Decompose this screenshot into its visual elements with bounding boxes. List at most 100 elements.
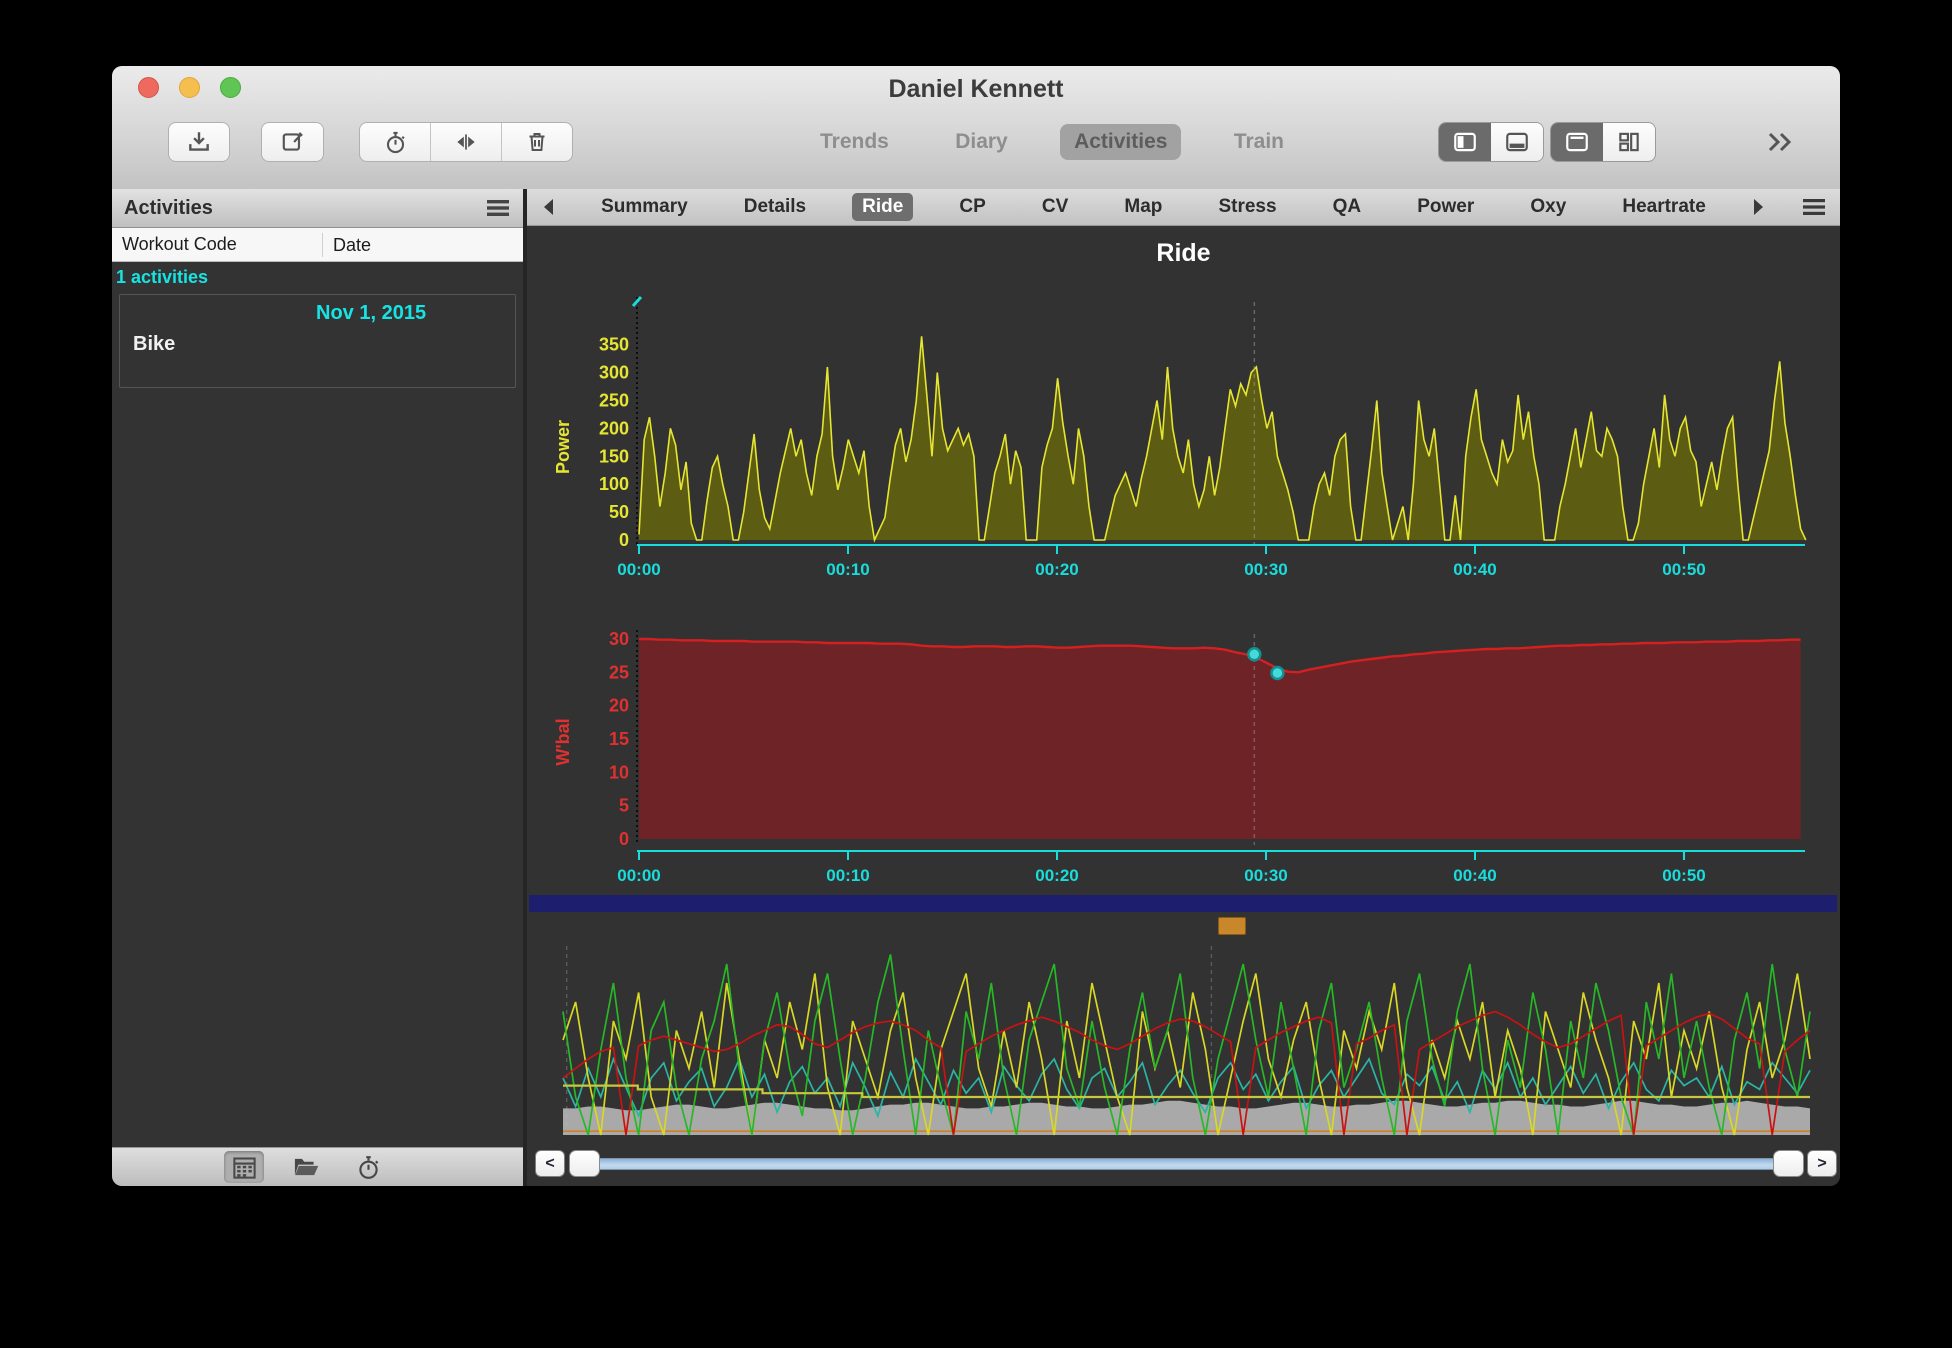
chart-tab-heartrate[interactable]: Heartrate (1612, 193, 1715, 221)
chevron-right-icon (1752, 198, 1766, 216)
chart-tab-details[interactable]: Details (734, 193, 816, 221)
svg-text:00:10: 00:10 (826, 560, 869, 579)
scrollbar-left-thumb[interactable] (569, 1150, 600, 1177)
overview-plot[interactable] (563, 946, 1810, 1135)
activity-date[interactable]: Nov 1, 2015 (316, 302, 426, 325)
toolbar: Trends Diary Activities Train (112, 112, 1840, 188)
svg-text:150: 150 (599, 446, 629, 466)
svg-text:00:00: 00:00 (617, 866, 660, 885)
svg-text:00:10: 00:10 (826, 866, 869, 885)
wbal-plot[interactable]: 00:0000:1000:2000:3000:4000:500510152025… (553, 629, 1805, 885)
tiled-view-button[interactable] (1603, 123, 1655, 161)
chart-tab-oxy[interactable]: Oxy (1520, 193, 1576, 221)
full-view-button[interactable] (1551, 123, 1603, 161)
svg-text:0: 0 (619, 829, 629, 849)
power-plot[interactable]: 00:0000:1000:2000:3000:4000:500501001502… (553, 297, 1806, 579)
calendar-view-button[interactable] (224, 1151, 264, 1183)
title-bar: Daniel Kennett (112, 66, 1840, 112)
layout-toggle-group (1550, 122, 1656, 162)
svg-text:00:40: 00:40 (1453, 866, 1496, 885)
ride-chart-area: Ride 00:0000:1000:2000:3000:4000:5005010… (527, 225, 1840, 1186)
tab-diary[interactable]: Diary (941, 124, 1022, 160)
open-folder-button[interactable] (286, 1151, 326, 1183)
sidebar-panel-icon (1452, 129, 1478, 155)
tabs-scroll-right-button[interactable] (1752, 198, 1766, 216)
delete-activity-button[interactable] (501, 123, 572, 161)
svg-text:30: 30 (609, 629, 629, 649)
scroll-left-button[interactable]: < (535, 1150, 565, 1177)
svg-text:00:50: 00:50 (1662, 560, 1705, 579)
scrollbar-track[interactable] (587, 1158, 1803, 1170)
stopwatch-icon (383, 130, 408, 155)
folder-icon (291, 1153, 321, 1181)
activities-sidebar: Activities Workout Code Date 1 activitie… (112, 189, 527, 1186)
trash-icon (525, 130, 549, 154)
double-chevron-right-icon (1764, 130, 1796, 154)
content-area: Activities Workout Code Date 1 activitie… (112, 189, 1840, 1186)
chart-tab-map[interactable]: Map (1114, 193, 1172, 221)
column-date[interactable]: Date (322, 233, 371, 257)
svg-text:W'bal: W'bal (553, 718, 573, 765)
svg-text:10: 10 (609, 762, 629, 782)
sidebar-title: Activities (124, 197, 485, 220)
toggle-sidebar-button[interactable] (1439, 123, 1491, 161)
split-activity-button[interactable] (430, 123, 501, 161)
tab-trends[interactable]: Trends (806, 124, 903, 160)
chart-tab-bar: Summary Details Ride CP CV Map Stress QA… (527, 189, 1840, 226)
tabs-scroll-left-button[interactable] (541, 198, 555, 216)
sidebar-header: Activities (112, 189, 523, 228)
interval-strip (529, 895, 1837, 912)
scroll-right-button[interactable]: > (1807, 1150, 1837, 1177)
svg-text:0: 0 (619, 530, 629, 550)
chart-tab-cv[interactable]: CV (1032, 193, 1078, 221)
chart-tab-qa[interactable]: QA (1323, 193, 1372, 221)
split-arrows-icon (453, 129, 479, 155)
svg-text:00:20: 00:20 (1035, 560, 1078, 579)
interval-marker[interactable] (1218, 917, 1246, 935)
activity-row[interactable]: Bike (133, 333, 175, 356)
ride-charts[interactable]: 00:0000:1000:2000:3000:4000:500501001502… (527, 225, 1840, 1186)
sidebar-menu-icon[interactable] (485, 197, 511, 219)
svg-text:250: 250 (599, 391, 629, 411)
chart-tab-power[interactable]: Power (1407, 193, 1484, 221)
activity-group: Nov 1, 2015 Bike (119, 294, 516, 388)
svg-text:50: 50 (609, 502, 629, 522)
chart-menu-button[interactable] (1802, 197, 1826, 217)
chart-tab-summary[interactable]: Summary (591, 193, 698, 221)
window-title: Daniel Kennett (112, 75, 1840, 104)
svg-text:15: 15 (609, 729, 629, 749)
svg-text:00:50: 00:50 (1662, 866, 1705, 885)
app-window: Daniel Kennett (112, 66, 1840, 1186)
chart-tab-cp[interactable]: CP (949, 193, 995, 221)
tab-train[interactable]: Train (1220, 124, 1298, 160)
chart-tab-stress[interactable]: Stress (1208, 193, 1286, 221)
calendar-icon (231, 1154, 258, 1181)
svg-text:350: 350 (599, 335, 629, 355)
import-button[interactable] (168, 122, 230, 162)
edit-button[interactable] (261, 122, 324, 162)
tab-activities[interactable]: Activities (1060, 124, 1181, 160)
stopwatch-button[interactable] (360, 123, 430, 161)
svg-text:00:20: 00:20 (1035, 866, 1078, 885)
hamburger-icon (1802, 197, 1826, 217)
single-view-icon (1564, 129, 1590, 155)
svg-text:Power: Power (553, 420, 573, 474)
svg-text:00:30: 00:30 (1244, 866, 1287, 885)
scrollbar-right-thumb[interactable] (1773, 1150, 1804, 1177)
chevron-left-icon (541, 198, 555, 216)
column-workout-code[interactable]: Workout Code (112, 234, 322, 255)
window-chrome: Daniel Kennett (112, 66, 1840, 190)
compose-icon (280, 129, 306, 155)
stopwatch-icon (355, 1154, 382, 1181)
chart-tab-ride[interactable]: Ride (852, 193, 913, 221)
sidebar-footer (112, 1147, 523, 1186)
toggle-bottombar-button[interactable] (1491, 123, 1543, 161)
svg-text:00:40: 00:40 (1453, 560, 1496, 579)
svg-text:5: 5 (619, 796, 629, 816)
activity-table-header: Workout Code Date (112, 228, 523, 262)
workouts-button[interactable] (348, 1151, 388, 1183)
svg-text:200: 200 (599, 418, 629, 438)
toolbar-overflow-button[interactable] (1764, 130, 1796, 159)
perspective-tabs: Trends Diary Activities Train (806, 122, 1298, 162)
download-icon (186, 129, 212, 155)
